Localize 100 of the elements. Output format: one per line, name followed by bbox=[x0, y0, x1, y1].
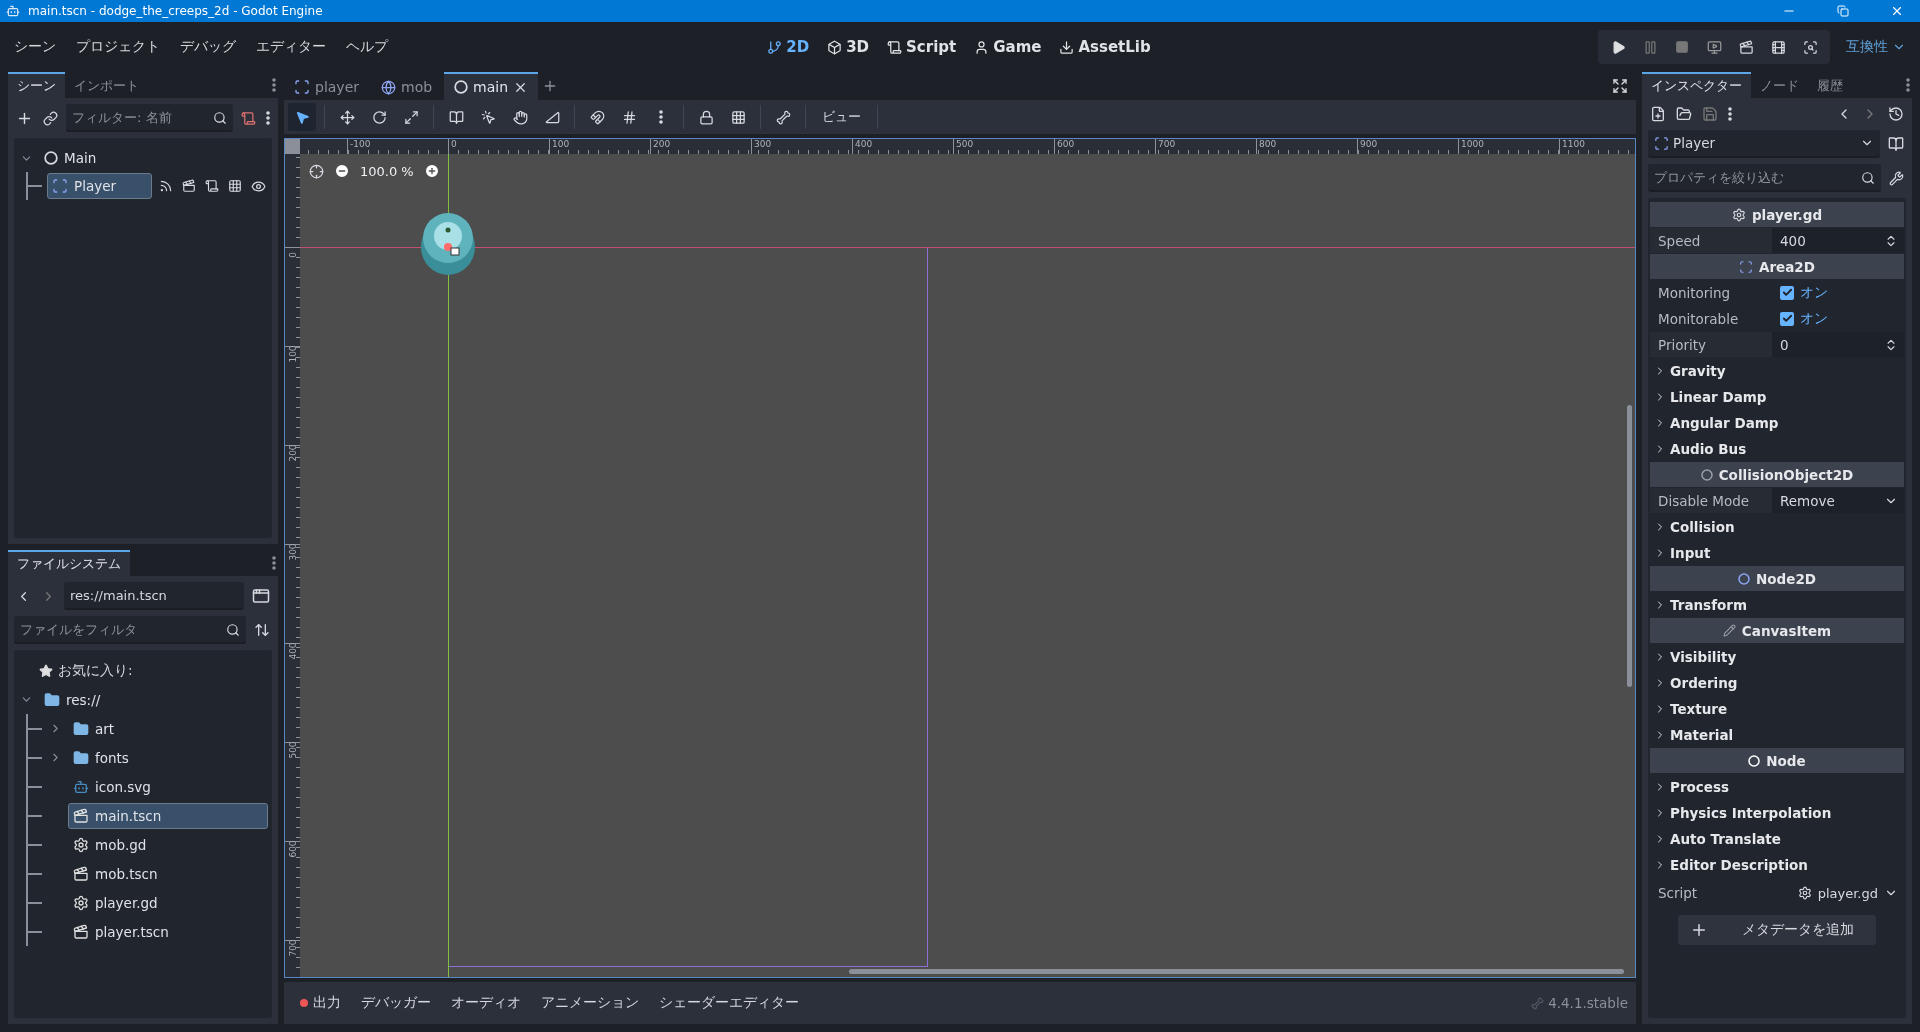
scene-tab[interactable]: main bbox=[444, 72, 539, 100]
workspace-tab[interactable]: AssetLib bbox=[1053, 34, 1157, 60]
workspace-tab[interactable]: Script bbox=[881, 34, 963, 60]
property-group[interactable]: Ordering bbox=[1650, 670, 1904, 695]
file-item[interactable]: art bbox=[68, 715, 268, 742]
property-group[interactable]: Audio Bus bbox=[1650, 436, 1904, 461]
grid-icon bbox=[730, 109, 746, 125]
renderer-dropdown[interactable]: 互換性 bbox=[1840, 37, 1912, 57]
bottom-tab[interactable]: デバッガー bbox=[353, 990, 439, 1016]
workspace-tab[interactable]: 3D bbox=[821, 34, 876, 60]
checkbox[interactable] bbox=[1780, 311, 1794, 326]
property-group[interactable]: Process bbox=[1650, 774, 1904, 799]
property-filter-field[interactable]: プロパティを絞り込む bbox=[1648, 164, 1881, 192]
number-field[interactable]: 0 bbox=[1772, 332, 1904, 357]
panel-tab[interactable]: ノード bbox=[1751, 72, 1808, 98]
workspace-tab[interactable]: 2D bbox=[761, 34, 816, 60]
scene-tab[interactable]: player bbox=[284, 72, 369, 100]
bottom-tab[interactable]: アニメーション bbox=[533, 990, 647, 1016]
ruler-label: 200 bbox=[287, 444, 298, 462]
object-selector[interactable]: Player bbox=[1648, 130, 1880, 158]
favorites-label: お気に入り: bbox=[58, 661, 133, 680]
property-group[interactable]: Angular Damp bbox=[1650, 410, 1904, 435]
player-sprite[interactable] bbox=[420, 211, 476, 277]
file-item[interactable]: fonts bbox=[68, 744, 268, 771]
number-field[interactable]: 400 bbox=[1772, 228, 1904, 253]
clapperboard-icon bbox=[73, 807, 89, 824]
property-group[interactable]: Editor Description bbox=[1650, 852, 1904, 877]
view-menu[interactable]: ビュー bbox=[814, 108, 869, 126]
checkbox[interactable] bbox=[1780, 285, 1794, 300]
more-button[interactable] bbox=[264, 109, 272, 127]
property-group[interactable]: Transform bbox=[1650, 592, 1904, 617]
grid-button[interactable] bbox=[226, 177, 244, 195]
instance-button[interactable] bbox=[41, 108, 60, 128]
bottom-tab[interactable]: シェーダーエディター bbox=[651, 990, 807, 1016]
menu-item[interactable]: デバッグ bbox=[172, 34, 244, 60]
menu-item[interactable]: エディター bbox=[248, 34, 334, 60]
scrollbar-thumb[interactable] bbox=[1627, 405, 1632, 687]
bottom-tab[interactable]: オーディオ bbox=[443, 990, 529, 1016]
property-group[interactable]: Physics Interpolation bbox=[1650, 800, 1904, 825]
ruler-label: 600 bbox=[1054, 139, 1075, 154]
property-group[interactable]: Material bbox=[1650, 722, 1904, 747]
scrollbar-thumb[interactable] bbox=[849, 969, 1624, 974]
zoom-out-icon[interactable] bbox=[334, 163, 350, 179]
file-item[interactable]: res:// bbox=[39, 686, 268, 713]
select-tool[interactable] bbox=[288, 103, 316, 131]
property-label: Disable Mode bbox=[1657, 492, 1751, 509]
circle-icon bbox=[1700, 468, 1713, 481]
panel-tab[interactable]: ファイルシステム bbox=[8, 550, 130, 576]
menu-item[interactable]: シーン bbox=[6, 34, 64, 60]
restore-icon bbox=[1837, 5, 1849, 17]
search-icon bbox=[213, 111, 227, 125]
tree-item[interactable]: Player bbox=[47, 173, 152, 199]
scroll-icon bbox=[241, 110, 256, 126]
clapperboard-icon bbox=[73, 923, 89, 940]
property-group[interactable]: Collision bbox=[1650, 514, 1904, 539]
folder-icon bbox=[1676, 106, 1692, 122]
dropdown[interactable]: Remove bbox=[1772, 488, 1904, 513]
file-item[interactable]: mob.tscn bbox=[68, 860, 268, 887]
panel-tab[interactable]: インスペクター bbox=[1642, 72, 1751, 98]
file-item[interactable]: mob.gd bbox=[68, 831, 268, 858]
pencil-icon bbox=[1722, 624, 1736, 637]
zoom-in-icon[interactable] bbox=[423, 163, 440, 179]
menu-item[interactable]: プロジェクト bbox=[68, 34, 168, 60]
clapperboard-button[interactable] bbox=[180, 177, 198, 195]
file-item[interactable]: icon.svg bbox=[68, 773, 268, 800]
file-item[interactable]: main.tscn bbox=[68, 802, 268, 829]
history-button[interactable] bbox=[1886, 104, 1906, 124]
menu-item[interactable]: ヘルプ bbox=[338, 34, 396, 60]
filter-field[interactable]: ファイルをフィルタ bbox=[14, 616, 246, 644]
property-group[interactable]: Input bbox=[1650, 540, 1904, 565]
panel-tab[interactable]: 履歴 bbox=[1808, 72, 1852, 98]
property-group[interactable]: Auto Translate bbox=[1650, 826, 1904, 851]
gear-icon bbox=[73, 836, 89, 853]
folder-icon bbox=[73, 749, 89, 766]
resource-value[interactable]: player.gd bbox=[1817, 885, 1878, 901]
bottom-tab[interactable]: 出力 bbox=[292, 990, 349, 1016]
add-metadata-button[interactable]: メタデータを追加 bbox=[1678, 915, 1876, 945]
property-group[interactable]: Gravity bbox=[1650, 358, 1904, 383]
property-group[interactable]: Linear Damp bbox=[1650, 384, 1904, 409]
file-item[interactable]: player.gd bbox=[68, 889, 268, 916]
panel-tab[interactable]: シーン bbox=[8, 72, 65, 98]
center-view-icon[interactable] bbox=[309, 163, 324, 179]
gear-icon bbox=[1731, 207, 1746, 222]
folder-icon bbox=[44, 691, 60, 708]
zoom-level[interactable]: 100.0 % bbox=[360, 163, 414, 179]
more-button[interactable] bbox=[1726, 105, 1734, 123]
clapperboard-icon bbox=[1738, 39, 1754, 55]
tree-item[interactable]: Main bbox=[39, 145, 268, 171]
property-group[interactable]: Visibility bbox=[1650, 644, 1904, 669]
save-button[interactable] bbox=[1700, 104, 1720, 124]
path-field[interactable]: res://main.tscn bbox=[64, 582, 244, 610]
panel-tab[interactable]: インポート bbox=[65, 72, 148, 98]
script-button[interactable] bbox=[203, 177, 221, 195]
workspace-tab[interactable]: Game bbox=[968, 34, 1048, 60]
scene-tab[interactable]: mob bbox=[371, 72, 443, 100]
filter-field[interactable]: フィルター: 名前 bbox=[66, 104, 233, 132]
gear-icon bbox=[1797, 886, 1812, 900]
file-item[interactable]: player.tscn bbox=[68, 918, 268, 945]
link-icon bbox=[43, 110, 58, 126]
property-group[interactable]: Texture bbox=[1650, 696, 1904, 721]
